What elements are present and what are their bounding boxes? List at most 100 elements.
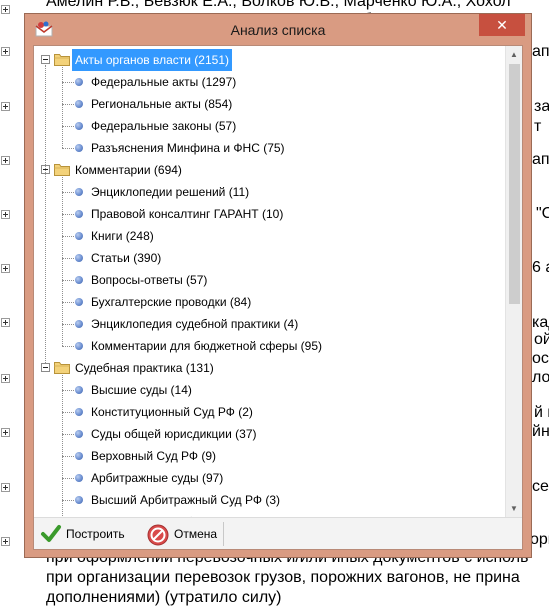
tree-branch-line xyxy=(62,375,63,517)
background-text-line: осу xyxy=(532,350,549,367)
tree-connector-line xyxy=(62,192,74,193)
tree-item-label: Статьи (390) xyxy=(91,251,162,265)
dialog-footer: Построить Отмена xyxy=(34,517,522,549)
scroll-thumb[interactable] xyxy=(509,64,520,304)
cancel-icon xyxy=(147,524,169,546)
tree-item-node[interactable]: Статьи (390) xyxy=(34,247,499,269)
bullet-icon xyxy=(75,210,83,218)
tree-group-label: Комментарии (694) xyxy=(75,163,182,177)
bullet-icon xyxy=(75,386,83,394)
background-text-line: "С xyxy=(536,205,549,222)
tree-item-node[interactable]: Комментарии для бюджетной сферы (95) xyxy=(34,335,499,357)
background-text-line: апр xyxy=(532,43,549,60)
tree-item-label: Высший Арбитражный Суд РФ (3) xyxy=(91,493,281,507)
tree-view[interactable]: Акты органов власти (2151) Федеральные ак… xyxy=(34,46,522,517)
background-text-line: йнь xyxy=(532,423,549,440)
tree-item-node[interactable]: Энциклопедия судебной практики (4) xyxy=(34,313,499,335)
expand-plus-icon[interactable] xyxy=(1,5,10,14)
tree-item-node[interactable]: Высшие суды (14) xyxy=(34,379,499,401)
tree-item-label: Суды общей юрисдикции (37) xyxy=(91,427,257,441)
background-text-line: й к xyxy=(534,404,549,421)
expand-plus-icon[interactable] xyxy=(1,264,10,273)
tree-item-node[interactable]: Книги (248) xyxy=(34,225,499,247)
background-text-line: ой xyxy=(534,331,549,348)
tree-item-node[interactable]: Бухгалтерские проводки (84) xyxy=(34,291,499,313)
tree-item-node[interactable]: Федеральные акты (1297) xyxy=(34,71,499,93)
bullet-icon xyxy=(75,320,83,328)
tree-connector-line xyxy=(62,500,74,501)
tree-group-node[interactable]: Комментарии (694) xyxy=(34,159,499,181)
tree-branch-line xyxy=(62,177,63,346)
collapse-minus-icon[interactable] xyxy=(41,55,50,64)
bullet-icon xyxy=(75,144,83,152)
bullet-icon xyxy=(75,408,83,416)
tree-item-label: Бухгалтерские проводки (84) xyxy=(91,295,252,309)
tree-item-node[interactable]: Верховный Суд РФ (9) xyxy=(34,445,499,467)
tree-item-label: Федеральные акты (1297) xyxy=(91,75,237,89)
tree-item-node[interactable]: Федеральные законы (57) xyxy=(34,115,499,137)
tree-item-label: Энциклопедия судебной практики (4) xyxy=(91,317,299,331)
expand-plus-icon[interactable] xyxy=(1,102,10,111)
background-text-line: апр xyxy=(532,151,549,168)
collapse-minus-icon[interactable] xyxy=(41,363,50,372)
cancel-button[interactable]: Отмена xyxy=(144,521,224,547)
dialog-title: Анализ списка xyxy=(230,22,326,38)
tree-item-node[interactable]: Высший Арбитражный Суд РФ (3) xyxy=(34,489,499,511)
scroll-down-arrow-icon[interactable]: ▼ xyxy=(506,500,522,517)
tree-item-node[interactable]: Арбитражные суды (97) xyxy=(34,467,499,489)
expand-plus-icon[interactable] xyxy=(1,483,10,492)
tree-group-label: Акты органов власти (2151) xyxy=(72,49,232,71)
tree-item-node[interactable]: Конституционный Суд РФ (2) xyxy=(34,401,499,423)
cancel-button-label: Отмена xyxy=(174,527,218,541)
bullet-icon xyxy=(75,342,83,350)
bullet-icon xyxy=(75,474,83,482)
tree-group-label: Судебная практика (131) xyxy=(75,361,214,375)
tree-item-node[interactable]: Суды общей юрисдикции (37) xyxy=(34,423,499,445)
tree-connector-line xyxy=(62,280,74,281)
tree-item-label: Разъяснения Минфина и ФНС (75) xyxy=(91,141,285,155)
expand-plus-icon[interactable] xyxy=(1,428,10,437)
bullet-icon xyxy=(75,496,83,504)
background-text-line: сен xyxy=(532,478,549,495)
tree-item-node[interactable]: Правовой консалтинг ГАРАНТ (10) xyxy=(34,203,499,225)
bullet-icon xyxy=(75,188,83,196)
tree-connector-line xyxy=(62,478,74,479)
tree-item-label: Комментарии для бюджетной сферы (95) xyxy=(91,339,323,353)
expand-plus-icon[interactable] xyxy=(1,210,10,219)
tree-item-node[interactable]: Региональные акты (854) xyxy=(34,93,499,115)
dialog-client-area: Акты органов власти (2151) Федеральные ак… xyxy=(33,45,523,550)
build-button[interactable]: Построить xyxy=(38,521,138,547)
expand-plus-icon[interactable] xyxy=(1,374,10,383)
bullet-icon xyxy=(75,298,83,306)
tree-group-node[interactable]: Акты органов власти (2151) xyxy=(34,49,499,71)
expand-plus-icon[interactable] xyxy=(1,47,10,56)
tree-item-node[interactable]: Энциклопедии решений (11) xyxy=(34,181,499,203)
bullet-icon xyxy=(75,232,83,240)
build-button-label: Построить xyxy=(66,527,125,541)
expand-plus-icon[interactable] xyxy=(1,318,10,327)
tree-item-label: Федеральные законы (57) xyxy=(91,119,237,133)
close-button[interactable]: ✕ xyxy=(479,14,525,36)
tree-connector-line xyxy=(62,148,74,149)
tree-connector-line xyxy=(62,214,74,215)
expand-plus-icon[interactable] xyxy=(1,156,10,165)
tree-connector-line xyxy=(62,104,74,105)
tree-branch-line xyxy=(62,67,63,148)
tree-connector-line xyxy=(62,346,74,347)
tree-item-node[interactable]: Вопросы-ответы (57) xyxy=(34,269,499,291)
bullet-icon xyxy=(75,100,83,108)
bullet-icon xyxy=(75,452,83,460)
expand-plus-icon[interactable] xyxy=(1,537,10,546)
tree-group-node[interactable]: Судебная практика (131) xyxy=(34,357,499,379)
background-text-line: 6 а xyxy=(532,259,549,276)
title-bar[interactable]: Анализ списка ✕ xyxy=(25,14,531,45)
vertical-scrollbar[interactable]: ▲ ▼ xyxy=(505,46,522,517)
background-text-line: за xyxy=(534,98,549,115)
background-text-line: орга xyxy=(530,531,549,548)
tree-item-node[interactable]: Разъяснения Минфина и ФНС (75) xyxy=(34,137,499,159)
bullet-icon xyxy=(75,122,83,130)
scroll-up-arrow-icon[interactable]: ▲ xyxy=(506,46,522,63)
tree-item-label: Конституционный Суд РФ (2) xyxy=(91,405,253,419)
checkmark-icon xyxy=(41,525,61,542)
tree-item-label: Арбитражные суды (97) xyxy=(91,471,224,485)
